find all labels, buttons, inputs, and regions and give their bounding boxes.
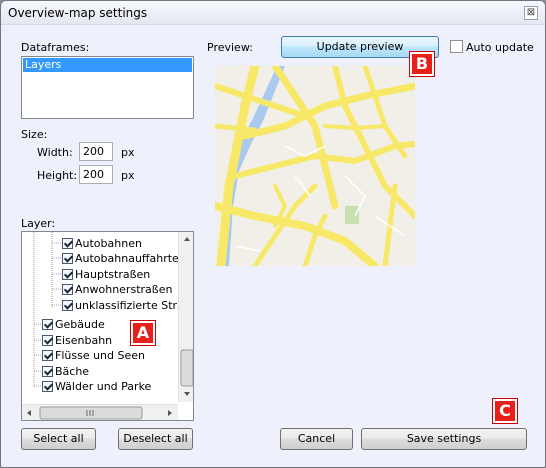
height-input[interactable]: 200 [79,165,113,184]
window-title: Overview-map settings [8,6,148,20]
tree-horizontal-scrollbar[interactable] [22,404,178,420]
scroll-arrows-icon [180,237,193,396]
save-settings-button[interactable]: Save settings [361,428,527,450]
height-label: Height: [37,169,78,182]
map-preview-image [211,61,419,271]
dataframe-item-layers[interactable]: Layers [23,58,192,72]
auto-update-checkbox[interactable] [450,40,463,53]
dataframes-label: Dataframes: [21,41,90,54]
width-unit: px [121,146,135,159]
settings-dialog: Overview-map settings ⊠ Dataframes: Laye… [0,0,546,468]
tree-vertical-scrollbar[interactable] [178,232,193,402]
layer-label: Layer: [21,217,56,230]
size-label: Size: [21,128,48,141]
title-bar: Overview-map settings ⊠ [1,1,545,25]
layer-tree[interactable]: Autobahnen Autobahnauffahrten Hauptstraß… [21,231,194,421]
map-preview [211,61,419,271]
height-unit: px [121,169,135,182]
tree-connector-lines [33,232,62,387]
callout-a: A [130,320,156,346]
auto-update-label: Auto update [466,41,534,54]
cancel-button[interactable]: Cancel [280,428,353,450]
scroll-arrows-icon [27,406,172,420]
select-all-button[interactable]: Select all [21,428,96,450]
deselect-all-button[interactable]: Deselect all [118,428,193,450]
close-button[interactable]: ⊠ [524,6,538,20]
callout-c: C [492,398,518,424]
dataframes-listbox[interactable]: Layers [21,56,194,119]
width-label: Width: [37,146,73,159]
preview-label: Preview: [207,41,253,54]
callout-b: B [409,51,435,77]
width-input[interactable]: 200 [79,142,113,161]
